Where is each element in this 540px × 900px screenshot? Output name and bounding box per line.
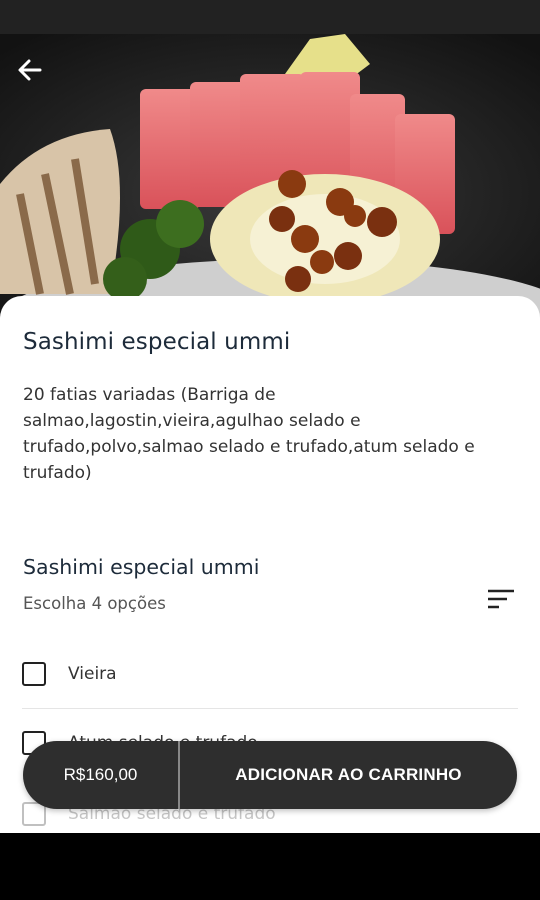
option-row-vieira[interactable]: Vieira	[0, 639, 540, 709]
cart-bar: R$160,00 ADICIONAR AO CARRINHO	[23, 741, 517, 809]
arrow-left-icon	[18, 59, 42, 81]
sort-lines-icon[interactable]	[484, 586, 518, 612]
add-to-cart-button[interactable]: ADICIONAR AO CARRINHO	[180, 765, 517, 785]
product-description: 20 fatias variadas (Barriga de salmao,la…	[23, 385, 475, 483]
sashimi-photo	[0, 34, 540, 324]
status-bar	[0, 0, 540, 34]
back-button[interactable]	[16, 56, 64, 96]
product-title: Sashimi especial ummi	[23, 329, 291, 355]
options-section-title: Sashimi especial ummi	[23, 555, 260, 579]
option-label: Vieira	[68, 664, 117, 684]
navigation-bar	[0, 833, 540, 900]
price-button[interactable]: R$160,00	[23, 765, 178, 785]
product-image	[0, 34, 540, 324]
options-section-subtitle: Escolha 4 opções	[23, 594, 166, 613]
checkbox-icon[interactable]	[22, 662, 46, 686]
